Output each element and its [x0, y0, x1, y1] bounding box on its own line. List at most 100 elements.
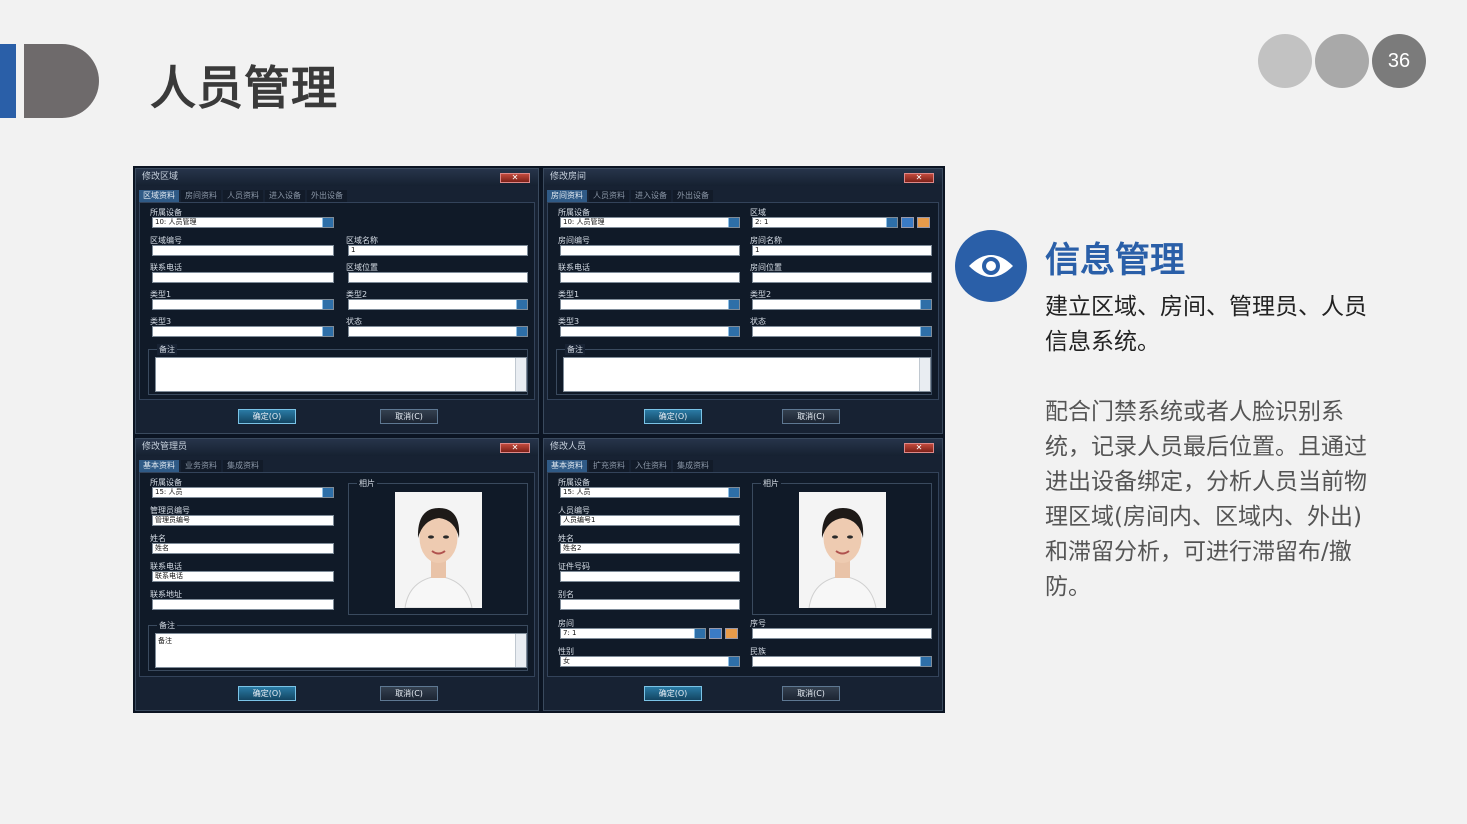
dialog-edit-area: 修改区域 ✕ 区域资料 房间资料 人员资料 进入设备 外出设备 所属设备 10:… [135, 168, 539, 434]
type2-select[interactable] [752, 299, 932, 310]
info-paragraph-1: 建立区域、房间、管理员、人员信息系统。 [1045, 294, 1367, 355]
device-select[interactable]: 10: 人员管理 [560, 217, 740, 228]
cancel-button[interactable]: 取消(C) [380, 409, 438, 424]
tab-room-info[interactable]: 房间资料 [181, 190, 221, 202]
name-input[interactable]: 姓名2 [560, 543, 740, 554]
note-textarea[interactable] [563, 357, 931, 392]
tab-person-info[interactable]: 人员资料 [589, 190, 629, 202]
phone-input[interactable]: 联系电话 [152, 571, 334, 582]
ok-button[interactable]: 确定(O) [644, 686, 702, 701]
device-select[interactable]: 15: 人员 [560, 487, 740, 498]
chevron-down-icon[interactable] [920, 300, 931, 309]
tab-entry-device[interactable]: 进入设备 [631, 190, 671, 202]
device-select[interactable]: 10: 人员管理 [152, 217, 334, 228]
scrollbar[interactable] [515, 358, 526, 391]
chevron-down-icon[interactable] [728, 300, 739, 309]
tab-entry-device[interactable]: 进入设备 [265, 190, 305, 202]
photo-group: 相片 [752, 478, 932, 615]
dialog-edit-admin: 修改管理员 ✕ 基本资料 业务资料 集成资料 所属设备 15: 人员 管理员编号… [135, 438, 539, 711]
area-name-input[interactable]: 1 [348, 245, 528, 256]
cancel-button[interactable]: 取消(C) [782, 686, 840, 701]
admin-code-input[interactable]: 管理员编号 [152, 515, 334, 526]
chevron-down-icon[interactable] [920, 327, 931, 336]
tab-extended-info[interactable]: 扩充资料 [589, 460, 629, 472]
chevron-down-icon[interactable] [920, 657, 931, 666]
tab-bar: 基本资料 扩充资料 入住资料 集成资料 [547, 460, 713, 472]
chevron-down-icon[interactable] [728, 488, 739, 497]
scrollbar[interactable] [919, 358, 930, 391]
type3-select[interactable] [152, 326, 334, 337]
settings-icon[interactable] [725, 628, 738, 639]
chevron-down-icon[interactable] [322, 488, 333, 497]
tab-basic-info[interactable]: 基本资料 [547, 460, 587, 472]
note-textarea[interactable] [155, 357, 527, 392]
page-dot [1315, 34, 1369, 88]
location-input[interactable] [752, 272, 932, 283]
room-code-input[interactable] [560, 245, 740, 256]
note-group: 备注 [556, 344, 932, 395]
location-input[interactable] [348, 272, 528, 283]
title-decoration [24, 44, 99, 118]
note-textarea[interactable]: 备注 [155, 633, 527, 668]
status-select[interactable] [348, 326, 528, 337]
ok-button[interactable]: 确定(O) [238, 409, 296, 424]
scrollbar[interactable] [515, 634, 526, 667]
chevron-down-icon[interactable] [886, 218, 897, 227]
tab-person-info[interactable]: 人员资料 [223, 190, 263, 202]
seq-input[interactable] [752, 628, 932, 639]
cancel-button[interactable]: 取消(C) [782, 409, 840, 424]
person-code-input[interactable]: 人员编号1 [560, 515, 740, 526]
settings-icon[interactable] [917, 217, 930, 228]
type1-select[interactable] [560, 299, 740, 310]
chevron-down-icon[interactable] [728, 218, 739, 227]
ethnic-select[interactable] [752, 656, 932, 667]
slide-title: 人员管理 [150, 61, 338, 115]
chevron-down-icon[interactable] [516, 300, 527, 309]
person-photo [395, 492, 482, 608]
area-code-input[interactable] [152, 245, 334, 256]
id-number-input[interactable] [560, 571, 740, 582]
room-select[interactable]: 7: 1 [560, 628, 706, 639]
chevron-down-icon[interactable] [322, 300, 333, 309]
chevron-down-icon[interactable] [322, 218, 333, 227]
close-button[interactable]: ✕ [904, 443, 934, 453]
type2-select[interactable] [348, 299, 528, 310]
device-select[interactable]: 15: 人员 [152, 487, 334, 498]
area-select[interactable]: 2: 1 [752, 217, 898, 228]
status-select[interactable] [752, 326, 932, 337]
chevron-down-icon[interactable] [516, 327, 527, 336]
tab-area-info[interactable]: 区域资料 [139, 190, 179, 202]
dialog-edit-person: 修改人员 ✕ 基本资料 扩充资料 入住资料 集成资料 所属设备 15: 人员 人… [543, 438, 943, 711]
note-label: 备注 [157, 620, 177, 631]
close-button[interactable]: ✕ [904, 173, 934, 183]
close-button[interactable]: ✕ [500, 443, 530, 453]
cancel-button[interactable]: 取消(C) [380, 686, 438, 701]
tab-room-info[interactable]: 房间资料 [547, 190, 587, 202]
type1-select[interactable] [152, 299, 334, 310]
calendar-icon[interactable] [901, 217, 914, 228]
phone-input[interactable] [560, 272, 740, 283]
tab-integration-info[interactable]: 集成资料 [223, 460, 263, 472]
ok-button[interactable]: 确定(O) [238, 686, 296, 701]
chevron-down-icon[interactable] [322, 327, 333, 336]
tab-exit-device[interactable]: 外出设备 [673, 190, 713, 202]
tab-business-info[interactable]: 业务资料 [181, 460, 221, 472]
tab-basic-info[interactable]: 基本资料 [139, 460, 179, 472]
tab-checkin-info[interactable]: 入住资料 [631, 460, 671, 472]
chevron-down-icon[interactable] [694, 629, 705, 638]
note-label: 备注 [565, 344, 585, 355]
chevron-down-icon[interactable] [728, 657, 739, 666]
chevron-down-icon[interactable] [728, 327, 739, 336]
tab-integration-info[interactable]: 集成资料 [673, 460, 713, 472]
tab-exit-device[interactable]: 外出设备 [307, 190, 347, 202]
alias-input[interactable] [560, 599, 740, 610]
address-input[interactable] [152, 599, 334, 610]
phone-input[interactable] [152, 272, 334, 283]
room-name-input[interactable]: 1 [752, 245, 932, 256]
calendar-icon[interactable] [709, 628, 722, 639]
ok-button[interactable]: 确定(O) [644, 409, 702, 424]
close-button[interactable]: ✕ [500, 173, 530, 183]
name-input[interactable]: 姓名 [152, 543, 334, 554]
type3-select[interactable] [560, 326, 740, 337]
gender-select[interactable]: 女 [560, 656, 740, 667]
